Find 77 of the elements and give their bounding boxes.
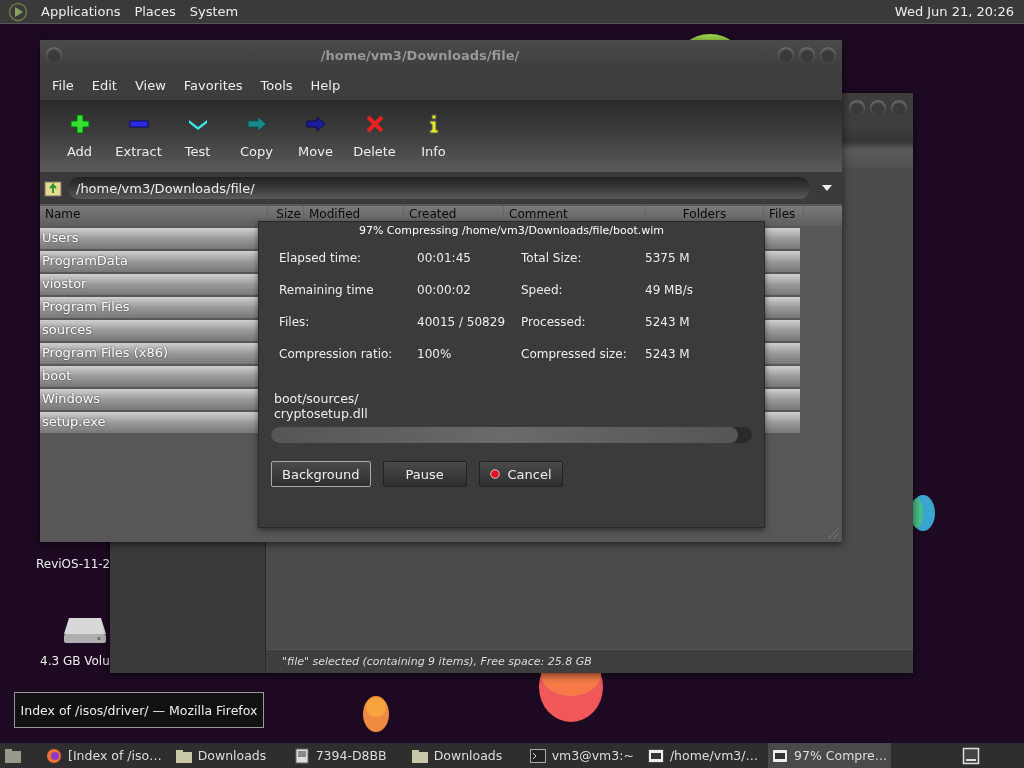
window-button[interactable] [46,47,62,63]
toolbar-button[interactable]: Info [404,104,463,168]
window-button[interactable] [799,47,815,63]
plus-icon [69,113,90,134]
current-file-text: boot/sources/ [274,391,359,406]
stat-value: 5243 M [645,347,691,361]
stat-label: Processed: [521,315,587,329]
folder-icon [411,748,428,763]
status-text: "file" selected (containing 9 items), Free space: 25.8 GB [282,655,592,668]
archive-icon [647,747,664,764]
stat-value: 00:01:45 [417,251,472,265]
stat-label: Speed: [521,283,564,297]
dialog-button[interactable]: Cancel [478,461,563,487]
folder-up-icon[interactable] [44,179,62,197]
taskbar-item[interactable]: /home/vm3/… [643,743,762,768]
taskbar-item[interactable]: Downloads [407,743,520,768]
menu-item[interactable]: Tools [254,77,299,93]
clock[interactable]: Wed Jun 21, 20:26 [890,4,1018,19]
stat-value: 40015 / 50829 [417,315,507,329]
dialog-button[interactable]: Pause [382,461,467,487]
folder-icon[interactable] [4,747,22,764]
stat-value: 100% [417,347,453,361]
toolbar-button[interactable]: Add [50,104,109,168]
dialog-title: 97% Compressing /home/vm3/Downloads/file/boot.wim [357,223,666,239]
logo-icon[interactable] [8,1,28,22]
dropdown-icon[interactable] [822,185,832,191]
taskbar-item[interactable]: Downloads [171,743,284,768]
window-title: /home/vm3/Downloads/file/ [319,47,521,63]
taskbar-item[interactable]: 97% Compre… [768,743,892,768]
stat-label: Compression ratio: [279,347,394,361]
menu-item[interactable]: Help [304,77,347,93]
window-button[interactable] [849,100,865,116]
stat-value: 5243 M [645,315,691,329]
stat-value: 5375 M [645,251,691,265]
cross-icon [364,113,385,134]
window-button[interactable] [778,47,794,63]
stat-label: Files: [279,315,311,329]
window-button[interactable] [870,100,886,116]
terminal-icon [529,747,546,764]
folder-icon [175,748,192,763]
toolbar-button[interactable]: Copy [227,104,286,168]
stop-icon [489,467,500,481]
window-button[interactable] [820,47,836,63]
resize-grip-icon[interactable] [826,526,840,540]
menu-item[interactable]: Favorites [177,77,249,93]
panel-menu[interactable]: Places [129,4,181,19]
window-button[interactable] [891,100,907,116]
stat-value: 49 MB/s [645,283,694,297]
desktop-icon-label[interactable]: ReviOS-11-2 [36,557,111,571]
archive-icon [772,747,788,764]
desktop-icon-label[interactable]: 4.3 GB Volu [40,654,110,668]
current-file-text: cryptosetup.dll [274,406,368,421]
toolbar-button[interactable]: Test [168,104,227,168]
toolbar-button[interactable]: Move [286,104,345,168]
drive-icon [293,747,310,764]
tooltip: Index of /isos/driver/ — Mozilla Firefox [14,692,264,728]
browser-icon [46,747,62,764]
path-field[interactable]: /home/vm3/Downloads/file/ [68,177,810,199]
menu-item[interactable]: View [128,77,172,93]
stat-label: Remaining time [279,283,375,297]
wallpaper-blob [363,696,389,732]
taskbar-item[interactable]: [Index of /iso… [42,743,166,768]
taskbar-item[interactable]: 7394-D8BB [289,743,402,768]
wallpaper-blob [911,495,935,531]
stat-label: Compressed size: [521,347,628,361]
show-desktop-icon[interactable] [962,746,980,765]
taskbar-item[interactable]: vm3@vm3:~ [525,743,638,768]
panel-menu[interactable]: Applications [36,4,126,19]
stat-value: 00:00:02 [417,283,472,297]
menu-item[interactable]: Edit [85,77,123,93]
menu-item[interactable]: File [46,77,80,93]
toolbar-button[interactable]: Delete [345,104,404,168]
toolbar-button[interactable]: Extract [109,104,168,168]
stat-label: Total Size: [521,251,583,265]
stat-label: Elapsed time: [279,251,363,265]
dialog-button[interactable]: Background [271,461,371,487]
panel-menu[interactable]: System [184,4,244,19]
